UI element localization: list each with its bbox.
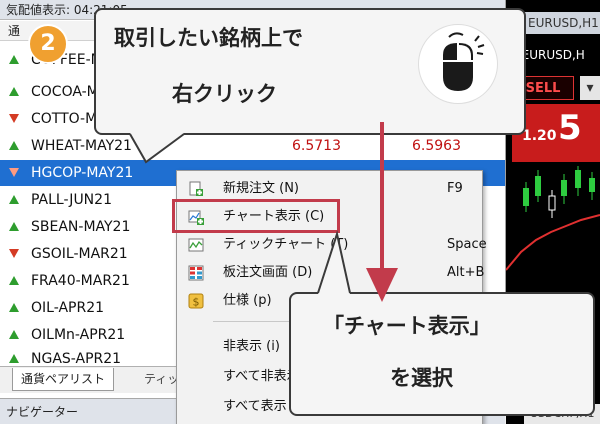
moving-average-line xyxy=(506,214,600,271)
bid-price: 6.5713 xyxy=(292,138,341,154)
svg-text:$: $ xyxy=(193,296,200,309)
symbol-name: GSOIL-MAR21 xyxy=(31,246,128,262)
chart-window-highlight-box xyxy=(172,199,340,233)
mouse-right-click-icon xyxy=(418,24,498,104)
callout-top-line1: 取引したい銘柄上で xyxy=(114,26,303,50)
new-order-icon xyxy=(189,181,203,196)
trend-down-icon xyxy=(9,114,19,123)
candle-body xyxy=(589,178,595,192)
candle-body xyxy=(535,176,541,196)
tick-chart-icon xyxy=(188,238,204,252)
price-prefix: 1.20 xyxy=(522,128,557,144)
symbol-name: WHEAT-MAY21 xyxy=(31,138,132,154)
trend-up-icon xyxy=(9,141,19,150)
candle-body xyxy=(523,188,529,206)
mouse-icon xyxy=(443,32,485,91)
trend-up-icon xyxy=(9,195,19,204)
symbol-name: OILMn-APR21 xyxy=(31,327,126,343)
chevron-down-icon[interactable]: ▾ xyxy=(580,76,600,100)
menu-item-label: 非表示 (i) xyxy=(223,339,280,354)
callout-bottom-line2: を選択 xyxy=(390,366,453,390)
menu-item-label: ティックチャート (T) xyxy=(223,237,349,252)
screenshot-root: 気配値表示: 04:21:05 通 COFFEE-MAY21 COCOA-MAY… xyxy=(0,0,600,424)
menu-item-shortcut: Alt+B xyxy=(447,265,485,280)
trend-up-icon xyxy=(9,330,19,339)
symbol-name: PALL-JUN21 xyxy=(31,192,112,208)
trend-down-icon xyxy=(9,249,19,258)
trend-up-icon xyxy=(9,222,19,231)
symbol-name: OIL-APR21 xyxy=(31,300,105,316)
menu-item-label: すべて表示 xyxy=(223,399,287,414)
trend-up-icon xyxy=(9,303,19,312)
symbol-name: FRA40-MAR21 xyxy=(31,273,130,289)
candle-body xyxy=(575,170,581,188)
price-big-digit: 5 xyxy=(558,108,582,148)
trend-up-icon xyxy=(9,354,19,363)
tab-symbols[interactable]: 通貨ペアリスト xyxy=(12,368,115,391)
candle-body xyxy=(561,180,567,196)
menu-item-label: 仕様 (p) xyxy=(223,293,272,308)
trend-up-icon xyxy=(9,276,19,285)
callout-top-line2: 右クリック xyxy=(172,82,277,106)
depth-of-market-icon xyxy=(188,265,204,281)
candle-body xyxy=(548,195,556,211)
trend-up-icon xyxy=(9,87,19,96)
trend-up-icon xyxy=(9,55,19,64)
trend-down-icon xyxy=(9,168,19,177)
callout-bottom-line1: 「チャート表示」 xyxy=(323,314,491,338)
symbol-name: HGCOP-MAY21 xyxy=(31,165,134,181)
step-number-badge: 2 xyxy=(28,24,68,64)
menu-item-depth-of-market[interactable]: 板注文画面 (D) Alt+B xyxy=(177,259,485,287)
specification-icon: $ xyxy=(188,293,204,309)
symbol-row[interactable]: WHEAT-MAY21 6.5713 6.5963 xyxy=(0,133,505,159)
menu-item-shortcut: Space xyxy=(447,237,487,252)
ask-price: 6.5963 xyxy=(412,138,461,154)
menu-item-label: 板注文画面 (D) xyxy=(223,265,313,280)
menu-item-tick-chart[interactable]: ティックチャート (T) Space xyxy=(177,231,487,259)
symbol-name: SBEAN-MAY21 xyxy=(31,219,131,235)
symbol-name: NGAS-APR21 xyxy=(31,351,122,366)
menu-item-shortcut: F9 xyxy=(447,181,463,196)
